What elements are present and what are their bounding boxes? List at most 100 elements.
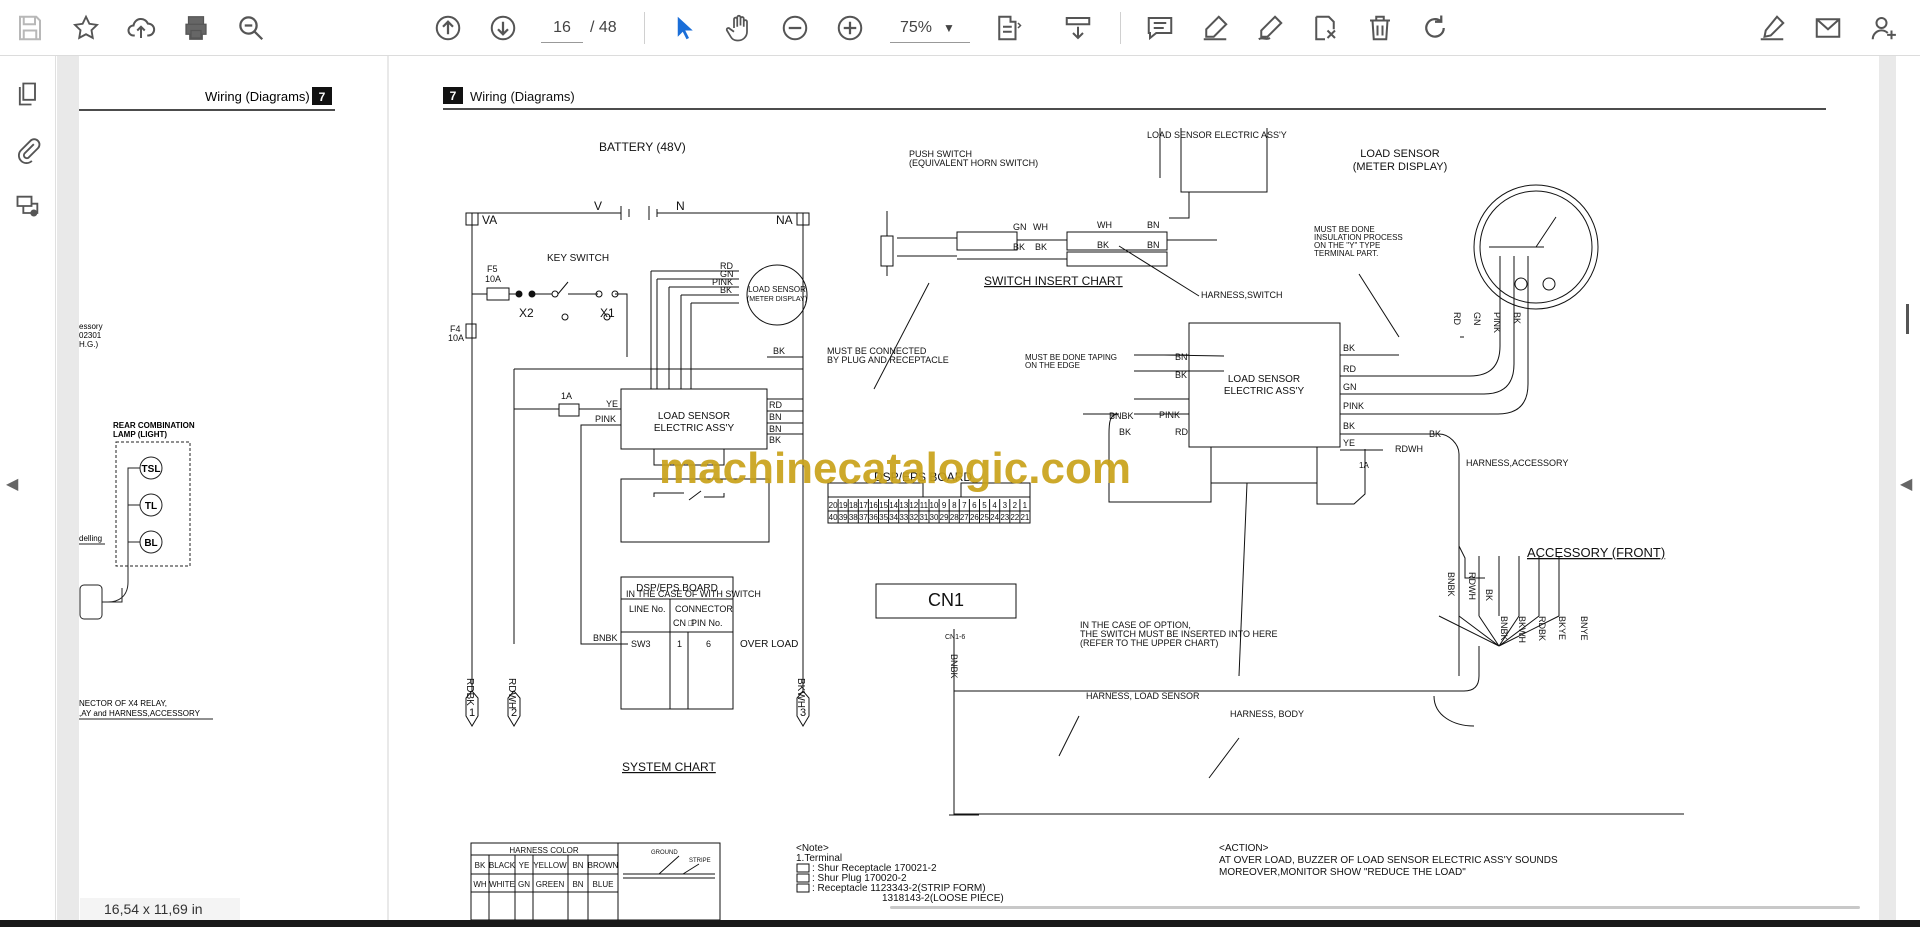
wire-bk: BK [773,346,785,356]
dsp-board-connector [827,482,1684,816]
terminal-note: <Note> 1.Terminal : Shur Receptacle 1700… [796,843,1004,904]
highlight-icon[interactable] [1195,8,1235,48]
layers-icon[interactable] [8,186,48,226]
dsp-pin-number: 17 [859,501,868,510]
wire-wh: WH [1097,220,1112,230]
wire-wh: WH [1033,222,1048,232]
collapse-right-icon[interactable]: ◀ [1900,474,1912,494]
wire-bk: BK [1343,343,1355,353]
dsp-pin-number: 40 [829,513,838,522]
meter-title: (METER DISPLAY) [1353,161,1448,173]
collapse-left-icon[interactable]: ◀ [6,474,18,494]
key-switch-label: KEY SWITCH [547,253,609,264]
pages-thumbnail-icon[interactable] [8,74,48,114]
zoom-in-icon[interactable] [830,8,870,48]
rear-lamp-title: LAMP (LIGHT) [113,430,167,439]
vertical-scrollbar-thumb[interactable] [1906,304,1909,334]
wire-bn: BN [1147,240,1160,250]
delete-icon[interactable] [1360,8,1400,48]
undo-icon[interactable] [1415,8,1455,48]
color-code: GN [518,880,530,889]
zoom-search-icon[interactable] [231,8,271,48]
chevron-down-icon[interactable]: ▼ [943,13,955,43]
upload-cloud-icon[interactable] [121,8,161,48]
color-name: WHITE [489,880,515,889]
page-up-icon[interactable] [428,8,468,48]
terminal-3: 3 [800,707,806,719]
dsp-pin-number: 27 [960,513,969,522]
dsp-pin-number: 2 [1013,501,1018,510]
fit-page-icon[interactable] [988,8,1028,48]
bookmark-star-icon[interactable] [66,8,106,48]
wire-rdwh: RDWH [506,678,517,709]
meter-title: LOAD SENSOR [1360,148,1440,160]
dsp-pin-number: 26 [970,513,979,522]
zoom-level-select[interactable]: 75% [890,13,970,43]
dsp-pin-number: 14 [889,501,898,510]
save-icon[interactable] [10,8,50,48]
wire-rdwh: RDWH [1395,444,1423,454]
meter-label: LOAD SENSOR [748,285,806,294]
document-viewport[interactable]: Wiring (Diagrams) 7 essory 02301 H.G.) R… [57,56,1896,920]
f5-label: F5 [487,264,498,274]
dsp-pin-number: 35 [879,513,888,522]
battery-v: V [594,199,602,213]
zoom-out-icon[interactable] [775,8,815,48]
cn-value: 1 [677,639,682,649]
page-down-icon[interactable] [483,8,523,48]
attachments-icon[interactable] [8,130,48,170]
lse-top-label: LOAD SENSOR ELECTRIC ASS'Y [1147,130,1287,140]
dsp-pin-number: 31 [919,513,928,522]
wire-bk: BK [1119,427,1131,437]
harness-load-sensor-label: HARNESS, LOAD SENSOR [1086,691,1200,701]
hand-icon[interactable] [719,8,759,48]
left-sidebar: ◀ [0,56,56,920]
connector-note: ,AY and HARNESS,ACCESSORY [79,709,201,718]
horizontal-scrollbar[interactable] [890,906,1860,909]
color-name: BLUE [593,880,614,889]
email-icon[interactable] [1808,8,1848,48]
dsp-pin-row-top: 20 19 18 17 16 15 14 13 12 11 10 9 8 7 6 5 4 3 2 1 [829,499,1028,511]
sign-icon[interactable] [1752,8,1792,48]
dsp-pin-number: 33 [899,513,908,522]
f4-rating: 10A [448,333,464,343]
battery-n: N [676,199,685,213]
wire-bnbk: BNBK [949,654,959,679]
print-icon[interactable] [176,8,216,48]
wire-gn: GN [1013,222,1027,232]
toolbar-divider [644,12,645,44]
wire-bkwh: BKWH [795,678,806,708]
header-title: Wiring (Diagrams) [470,89,575,104]
wire-rd: RD [1452,312,1462,325]
lse-label: LOAD SENSOR [658,411,730,422]
switch-insert-chart-title: SWITCH INSERT CHART [984,274,1123,288]
option-note: (REFER TO THE UPPER CHART) [1080,638,1218,648]
select-arrow-icon[interactable] [664,8,704,48]
previous-page: Wiring (Diagrams) 7 essory 02301 H.G.) R… [79,56,387,920]
na-label: NA [776,213,793,227]
note-line: 1318143-2(LOOSE PIECE) [882,893,1004,904]
comment-icon[interactable] [1140,8,1180,48]
dsp-board-labels: DSP/EPS BOARD CN1 CN1-6 BNBK HARNESS, LO… [874,470,1304,719]
scroll-mode-icon[interactable] [1058,8,1098,48]
wire-rd: RD [769,400,782,410]
dsp-pin-number: 39 [839,513,848,522]
share-user-icon[interactable] [1864,8,1904,48]
wire-bnye: BNYE [1579,616,1589,641]
dsp-pin-number: 22 [1010,513,1019,522]
taping-note: ON THE EDGE [1025,361,1080,370]
system-chart-title: SYSTEM CHART [622,760,716,774]
dsp-pin-number: 38 [849,513,858,522]
left-header-number: 7 [319,90,326,104]
dsp-pin-number: 30 [930,513,939,522]
right-rail: ◀ [1896,56,1920,920]
dsp-pin-number: 11 [920,501,929,510]
draw-icon[interactable] [1250,8,1290,48]
ground-label: GROUND [651,850,678,856]
left-fragment: essory [79,322,103,331]
wire-rd: RD [1175,427,1188,437]
page-size-indicator: 16,54 x 11,69 in [80,898,240,920]
wiring-diagram: 7 Wiring (Diagrams) BATTERY (48V) V N VA… [443,87,1826,920]
stamp-icon[interactable] [1305,8,1345,48]
page-number-input[interactable]: 16 [541,13,583,43]
